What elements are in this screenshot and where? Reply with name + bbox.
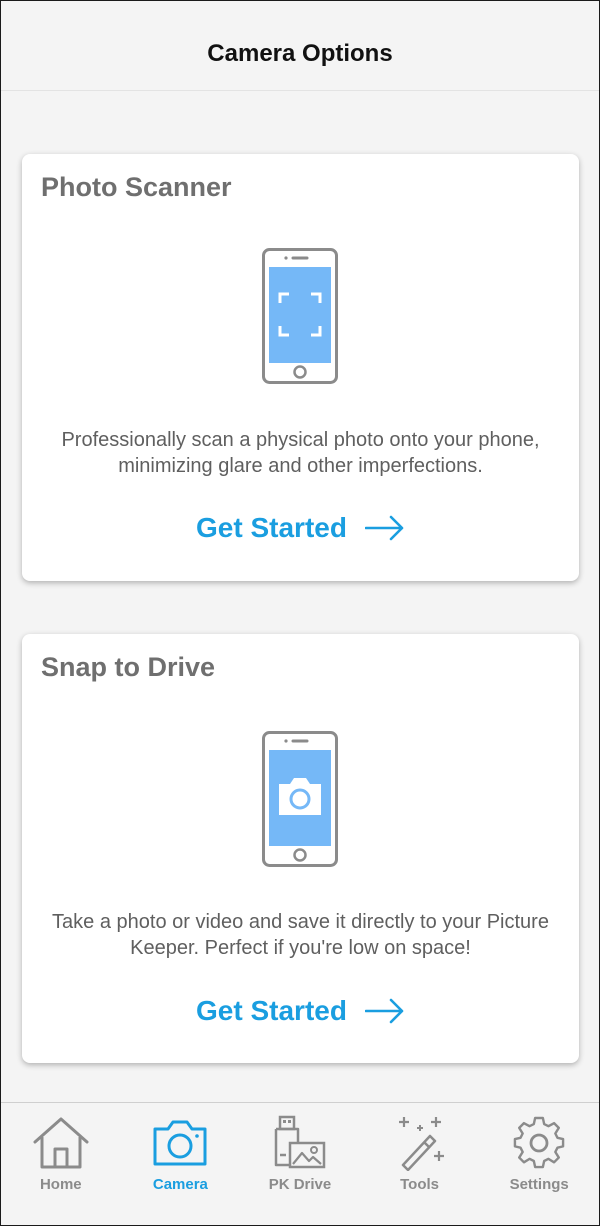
arrow-right-icon xyxy=(364,515,404,541)
snap-to-drive-card: Snap to Drive Take a photo or video and … xyxy=(22,634,579,1063)
card-title: Photo Scanner xyxy=(41,172,232,202)
gear-icon xyxy=(513,1116,565,1169)
phone-camera-icon xyxy=(262,731,338,867)
tab-settings[interactable]: Settings xyxy=(479,1103,599,1225)
tab-label: Tools xyxy=(400,1176,440,1193)
magic-wand-icon xyxy=(398,1117,444,1171)
phone-scan-icon xyxy=(262,248,338,384)
tab-home[interactable]: Home xyxy=(1,1103,121,1225)
cta-label: Get Started xyxy=(196,512,347,543)
tab-pk-drive[interactable]: PK Drive xyxy=(240,1103,360,1225)
tab-label: Camera xyxy=(152,1176,208,1193)
usb-drive-photo-icon xyxy=(274,1115,326,1169)
camera-icon xyxy=(153,1120,207,1166)
card-description: Take a photo or video and save it direct… xyxy=(52,911,549,959)
home-icon xyxy=(33,1117,89,1169)
card-title: Snap to Drive xyxy=(41,652,216,682)
tab-label: Home xyxy=(39,1176,82,1193)
photo-scanner-card: Photo Scanner Professionally scan a phys… xyxy=(22,154,579,581)
tab-label: Settings xyxy=(509,1176,569,1193)
card-description: Professionally scan a physical photo ont… xyxy=(61,429,540,477)
tab-camera[interactable]: Camera xyxy=(121,1103,241,1225)
photo-scanner-get-started-button[interactable]: Get Started xyxy=(22,512,579,544)
arrow-right-icon xyxy=(364,998,404,1024)
page-title: Camera Options xyxy=(207,40,393,67)
cta-label: Get Started xyxy=(196,995,347,1026)
tab-label: PK Drive xyxy=(268,1176,332,1193)
tab-bar: Home Camera PK Drive Tools Settings xyxy=(1,1102,599,1225)
tab-tools[interactable]: Tools xyxy=(360,1103,480,1225)
snap-to-drive-get-started-button[interactable]: Get Started xyxy=(22,995,579,1027)
nav-header: Camera Options xyxy=(1,1,599,91)
